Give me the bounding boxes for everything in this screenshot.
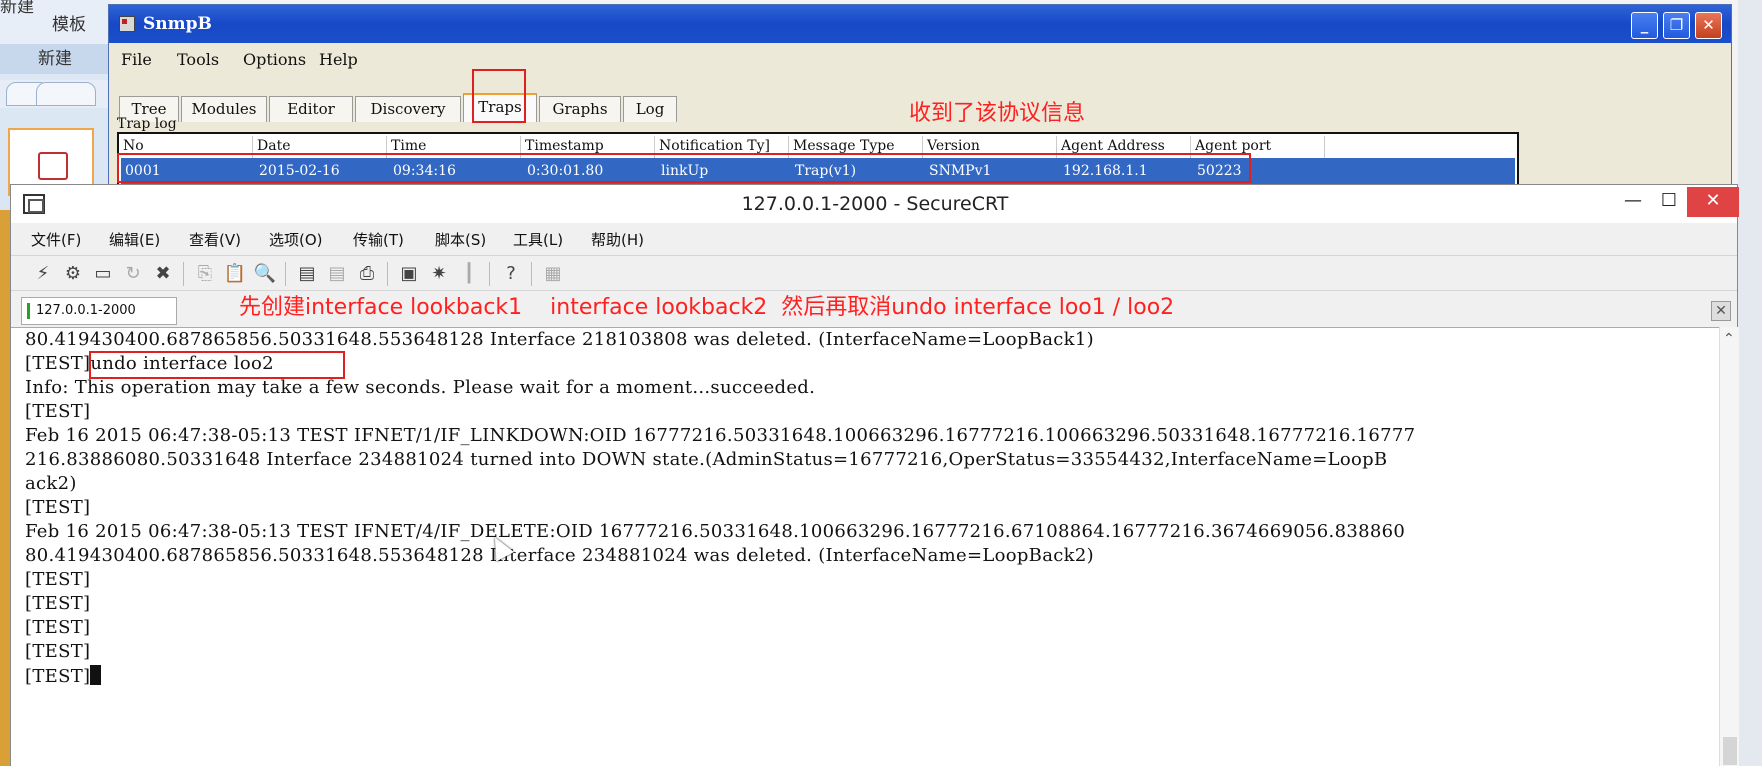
terminal-line: 216.83886080.50331648 Interface 23488102… bbox=[25, 449, 1388, 470]
menu-help[interactable]: Help bbox=[319, 50, 358, 69]
snmpb-app-icon bbox=[119, 16, 135, 32]
securecrt-titlebar[interactable]: 127.0.0.1-2000 - SecureCRT — ☐ ✕ bbox=[11, 185, 1739, 223]
session-tab-label: 127.0.0.1-2000 bbox=[36, 303, 136, 318]
terminal-line: [TEST] bbox=[25, 401, 91, 422]
toolbar-separator bbox=[489, 262, 490, 286]
background-template-label: 模板 bbox=[52, 15, 86, 35]
menu-tools[interactable]: Tools bbox=[177, 50, 219, 69]
background-new-button[interactable]: 新建 bbox=[0, 44, 110, 74]
terminal-line: Info: This operation may take a few seco… bbox=[25, 377, 816, 398]
menu-file[interactable]: 文件(F) bbox=[31, 229, 81, 250]
menu-help[interactable]: 帮助(H) bbox=[591, 229, 644, 250]
tab-modules[interactable]: Modules bbox=[181, 96, 267, 122]
toolbar-separator bbox=[285, 262, 286, 286]
menu-file[interactable]: File bbox=[121, 50, 152, 69]
print-selection-icon[interactable]: ▤ bbox=[325, 262, 349, 286]
terminal-line: [TEST] bbox=[25, 641, 91, 662]
close-button[interactable]: ✕ bbox=[1695, 12, 1722, 39]
menu-edit[interactable]: 编辑(E) bbox=[109, 229, 160, 250]
annotation-instructions: 先创建interface lookback1 interface lookbac… bbox=[239, 295, 1175, 320]
maximize-button[interactable]: ☐ bbox=[1651, 187, 1687, 217]
copy-icon[interactable]: ⎘ bbox=[193, 262, 217, 286]
toolbar-separator bbox=[531, 262, 532, 286]
background-right-edge bbox=[1738, 0, 1762, 766]
global-options-icon[interactable]: ✷ bbox=[427, 262, 451, 286]
menu-options[interactable]: 选项(O) bbox=[269, 229, 323, 250]
keymap-icon[interactable]: ┃ bbox=[457, 262, 481, 286]
menu-view[interactable]: 查看(V) bbox=[189, 229, 241, 250]
menu-script[interactable]: 脚本(S) bbox=[435, 229, 486, 250]
menu-options[interactable]: Options bbox=[243, 50, 306, 69]
keypad-icon[interactable]: ▦ bbox=[541, 262, 565, 286]
terminal-line: [TEST] bbox=[25, 497, 91, 518]
scrollbar-thumb[interactable] bbox=[1723, 737, 1737, 765]
disconnect-icon[interactable]: ✖ bbox=[151, 262, 175, 286]
terminal-line: ack2) bbox=[25, 473, 77, 494]
paste-icon[interactable]: 📋 bbox=[223, 262, 247, 286]
session-tab[interactable]: 127.0.0.1-2000 bbox=[21, 297, 177, 325]
terminal-line: Feb 16 2015 06:47:38-05:13 TEST IFNET/4/… bbox=[25, 521, 1406, 542]
trap-row-highlight bbox=[117, 153, 1251, 183]
securecrt-title: 127.0.0.1-2000 - SecureCRT bbox=[741, 193, 1009, 215]
terminal-prompt-line: [TEST] bbox=[25, 665, 102, 689]
background-new-label: 新建 bbox=[0, 0, 34, 17]
menu-transfer[interactable]: 传输(T) bbox=[353, 229, 404, 250]
print-setup-icon[interactable]: ▤ bbox=[295, 262, 319, 286]
command-highlight bbox=[89, 351, 345, 379]
minimize-button[interactable]: — bbox=[1615, 187, 1651, 217]
reconnect-icon[interactable]: ↻ bbox=[121, 262, 145, 286]
slide-thumbnail-image bbox=[38, 152, 68, 180]
scroll-up-icon[interactable]: ⌃ bbox=[1723, 331, 1735, 347]
tab-discovery[interactable]: Discovery bbox=[355, 96, 461, 122]
securecrt-toolbar: ⚡ ⚙ ▭ ↻ ✖ ⎘ 📋 🔍 ▤ ▤ ⎙ ▣ ✷ ┃ ? ▦ bbox=[11, 255, 1737, 291]
desktop: 新建 模板 新建 SnmpB _ ❐ ✕ File Tools Options … bbox=[0, 0, 1762, 766]
trap-log-label: Trap log bbox=[117, 116, 177, 132]
terminal-line: Feb 16 2015 06:47:38-05:13 TEST IFNET/1/… bbox=[25, 425, 1416, 446]
terminal-line: 80.419430400.687865856.50331648.55364812… bbox=[25, 545, 1094, 566]
tab-graphs[interactable]: Graphs bbox=[539, 96, 621, 122]
find-icon[interactable]: 🔍 bbox=[253, 262, 277, 286]
terminal-screen[interactable]: 80.419430400.687865856.50331648.55364812… bbox=[11, 327, 1739, 766]
terminal-line: [TEST] bbox=[25, 617, 91, 638]
close-tab-icon[interactable]: ✕ bbox=[1711, 301, 1731, 321]
terminal-cursor bbox=[90, 665, 102, 685]
annotation-received: 收到了该协议信息 bbox=[909, 101, 1086, 126]
snmpb-titlebar[interactable]: SnmpB _ ❐ ✕ bbox=[109, 5, 1731, 43]
terminal-line: [TEST] bbox=[25, 569, 91, 590]
tab-editor[interactable]: Editor bbox=[269, 96, 353, 122]
tab-log[interactable]: Log bbox=[623, 96, 677, 122]
session-options-icon[interactable]: ▣ bbox=[397, 262, 421, 286]
print-icon[interactable]: ⎙ bbox=[355, 262, 379, 286]
background-ribbon: 新建 模板 bbox=[0, 0, 110, 44]
help-icon[interactable]: ? bbox=[499, 262, 523, 286]
snmpb-window: SnmpB _ ❐ ✕ File Tools Options Help Tree… bbox=[108, 4, 1732, 214]
toolbar-separator bbox=[183, 262, 184, 286]
background-window-edge bbox=[0, 210, 10, 766]
close-button[interactable]: ✕ bbox=[1687, 187, 1739, 217]
securecrt-menubar: 文件(F) 编辑(E) 查看(V) 选项(O) 传输(T) 脚本(S) 工具(L… bbox=[11, 225, 1737, 253]
background-tab-strip bbox=[0, 80, 110, 108]
connect-icon[interactable]: ⚡ bbox=[31, 262, 55, 286]
terminal-line: 80.419430400.687865856.50331648.55364812… bbox=[25, 329, 1094, 350]
securecrt-window: 127.0.0.1-2000 - SecureCRT — ☐ ✕ 文件(F) 编… bbox=[10, 184, 1739, 766]
terminal-prompt: [TEST] bbox=[25, 666, 91, 687]
maximize-button[interactable]: ❐ bbox=[1663, 12, 1690, 39]
snmpb-title: SnmpB bbox=[143, 14, 212, 34]
terminal-line: [TEST] bbox=[25, 593, 91, 614]
minimize-button[interactable]: _ bbox=[1631, 12, 1658, 39]
quick-connect-icon[interactable]: ⚙ bbox=[61, 262, 85, 286]
terminal-scrollbar[interactable]: ⌃ bbox=[1719, 327, 1739, 766]
snmpb-menubar: File Tools Options Help bbox=[109, 47, 1731, 73]
menu-tools[interactable]: 工具(L) bbox=[513, 229, 563, 250]
connect-tab-icon[interactable]: ▭ bbox=[91, 262, 115, 286]
background-tab[interactable] bbox=[36, 82, 96, 106]
traps-tab-highlight bbox=[472, 69, 526, 123]
session-status-icon bbox=[27, 303, 30, 319]
toolbar-separator bbox=[387, 262, 388, 286]
